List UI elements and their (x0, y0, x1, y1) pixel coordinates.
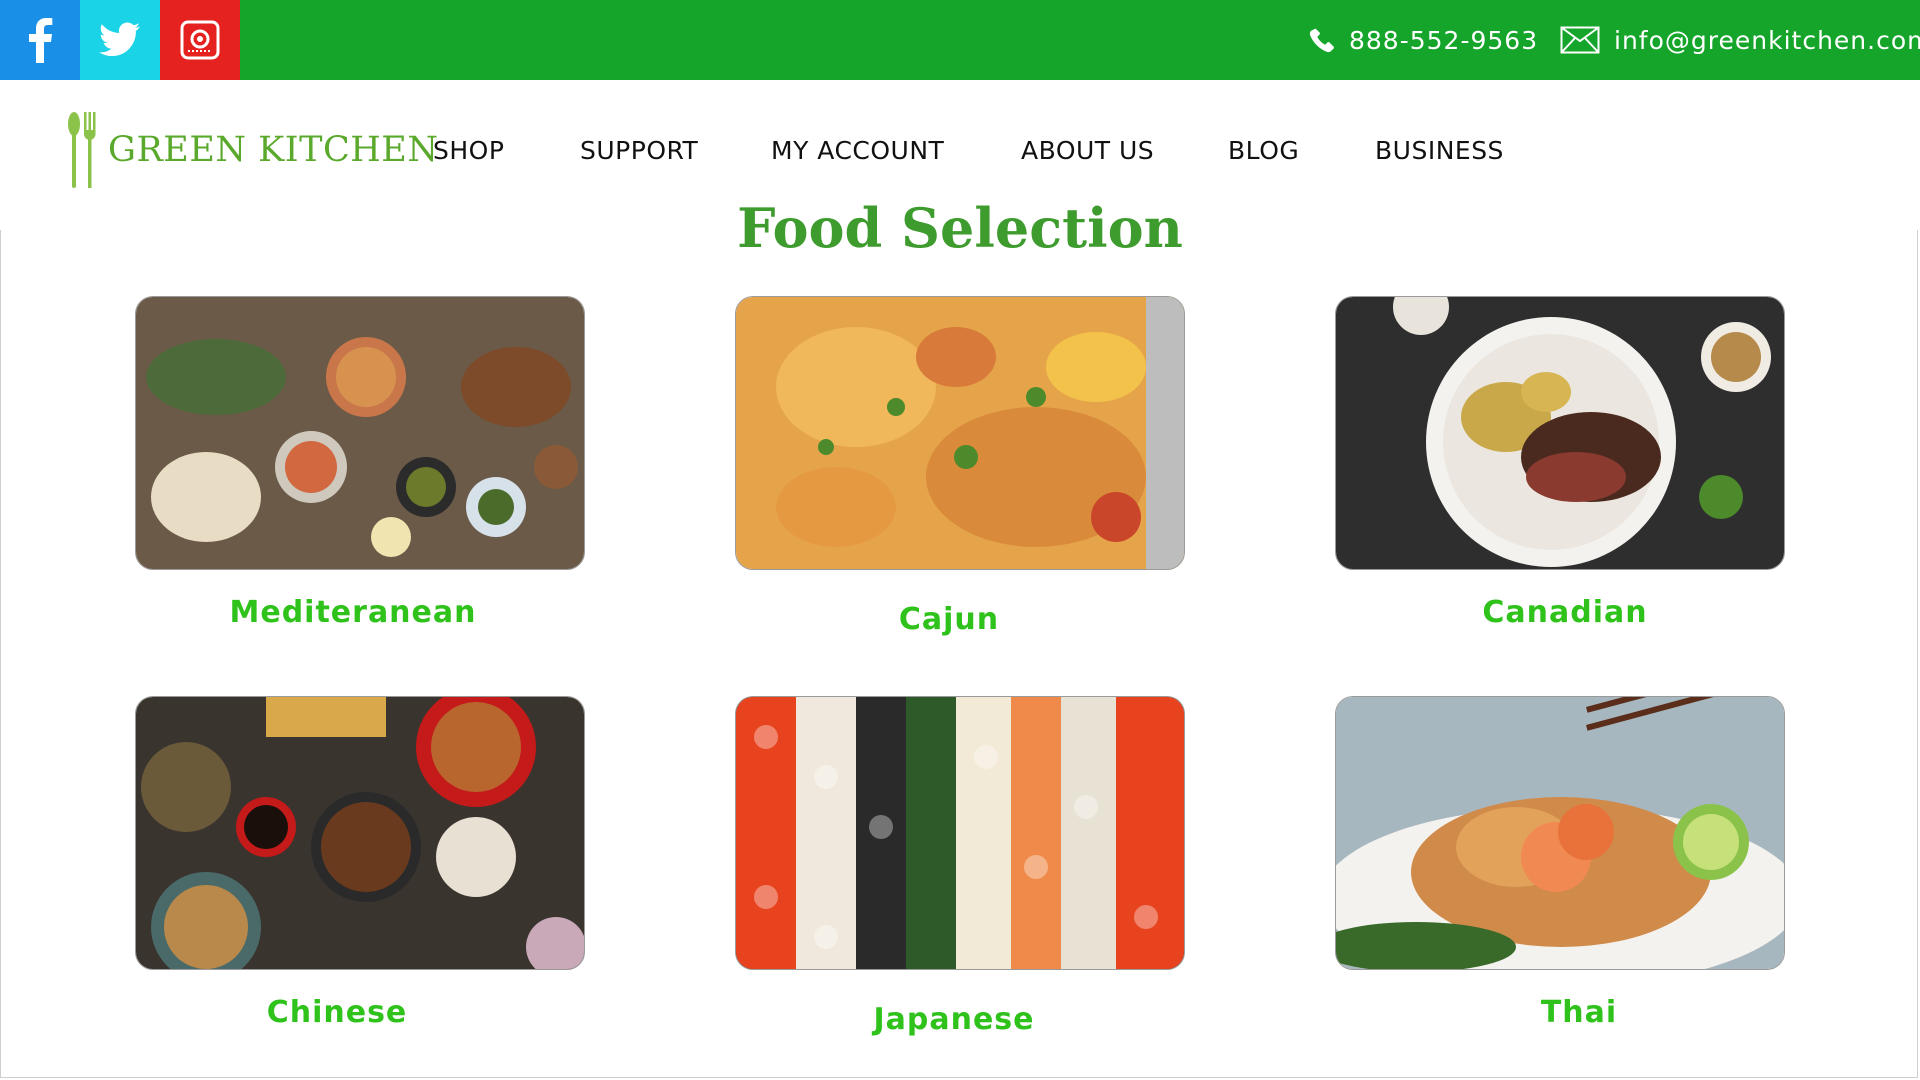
phone-icon (1309, 28, 1334, 53)
phone-contact[interactable]: 888-552-9563 (1309, 0, 1538, 80)
brand-logo[interactable]: GREEN KITCHEN (66, 108, 438, 192)
nav-my-account[interactable]: MY ACCOUNT (771, 136, 944, 165)
facebook-button[interactable] (0, 0, 80, 80)
cuisine-label-cajun[interactable]: Cajun (724, 602, 1174, 637)
cuisine-label-mediterranean[interactable]: Mediteranean (128, 595, 578, 630)
nav-shop[interactable]: SHOP (433, 136, 504, 165)
mediterranean-image[interactable] (135, 296, 585, 570)
facebook-icon (29, 18, 53, 63)
brand-name: GREEN KITCHEN (108, 130, 439, 170)
page-title: Food Selection (737, 196, 1183, 260)
twitter-icon (99, 22, 140, 56)
canadian-image[interactable] (1335, 296, 1785, 570)
instagram-button[interactable] (160, 0, 240, 80)
nav-blog[interactable]: BLOG (1228, 136, 1299, 165)
nav-business[interactable]: BUSINESS (1375, 136, 1504, 165)
email-contact[interactable]: info@greenkitchen.com (1560, 0, 1920, 80)
cajun-image[interactable] (735, 296, 1185, 570)
twitter-button[interactable] (80, 0, 160, 80)
thai-image[interactable] (1335, 696, 1785, 970)
top-bar: 888-552-9563 info@greenkitchen.com (0, 0, 1920, 80)
nav-about-us[interactable]: ABOUT US (1021, 136, 1154, 165)
phone-number: 888-552-9563 (1349, 25, 1539, 55)
fork-spoon-icon (68, 112, 96, 188)
instagram-icon (180, 20, 220, 60)
cuisine-label-canadian[interactable]: Canadian (1340, 595, 1790, 630)
nav-support[interactable]: SUPPORT (580, 136, 698, 165)
email-address: info@greenkitchen.com (1614, 25, 1920, 55)
cuisine-label-chinese[interactable]: Chinese (112, 995, 562, 1030)
chinese-image[interactable] (135, 696, 585, 970)
cuisine-label-thai[interactable]: Thai (1354, 995, 1804, 1030)
mail-icon (1560, 26, 1600, 54)
japanese-image[interactable] (735, 696, 1185, 970)
cuisine-label-japanese[interactable]: Japanese (729, 1002, 1179, 1037)
